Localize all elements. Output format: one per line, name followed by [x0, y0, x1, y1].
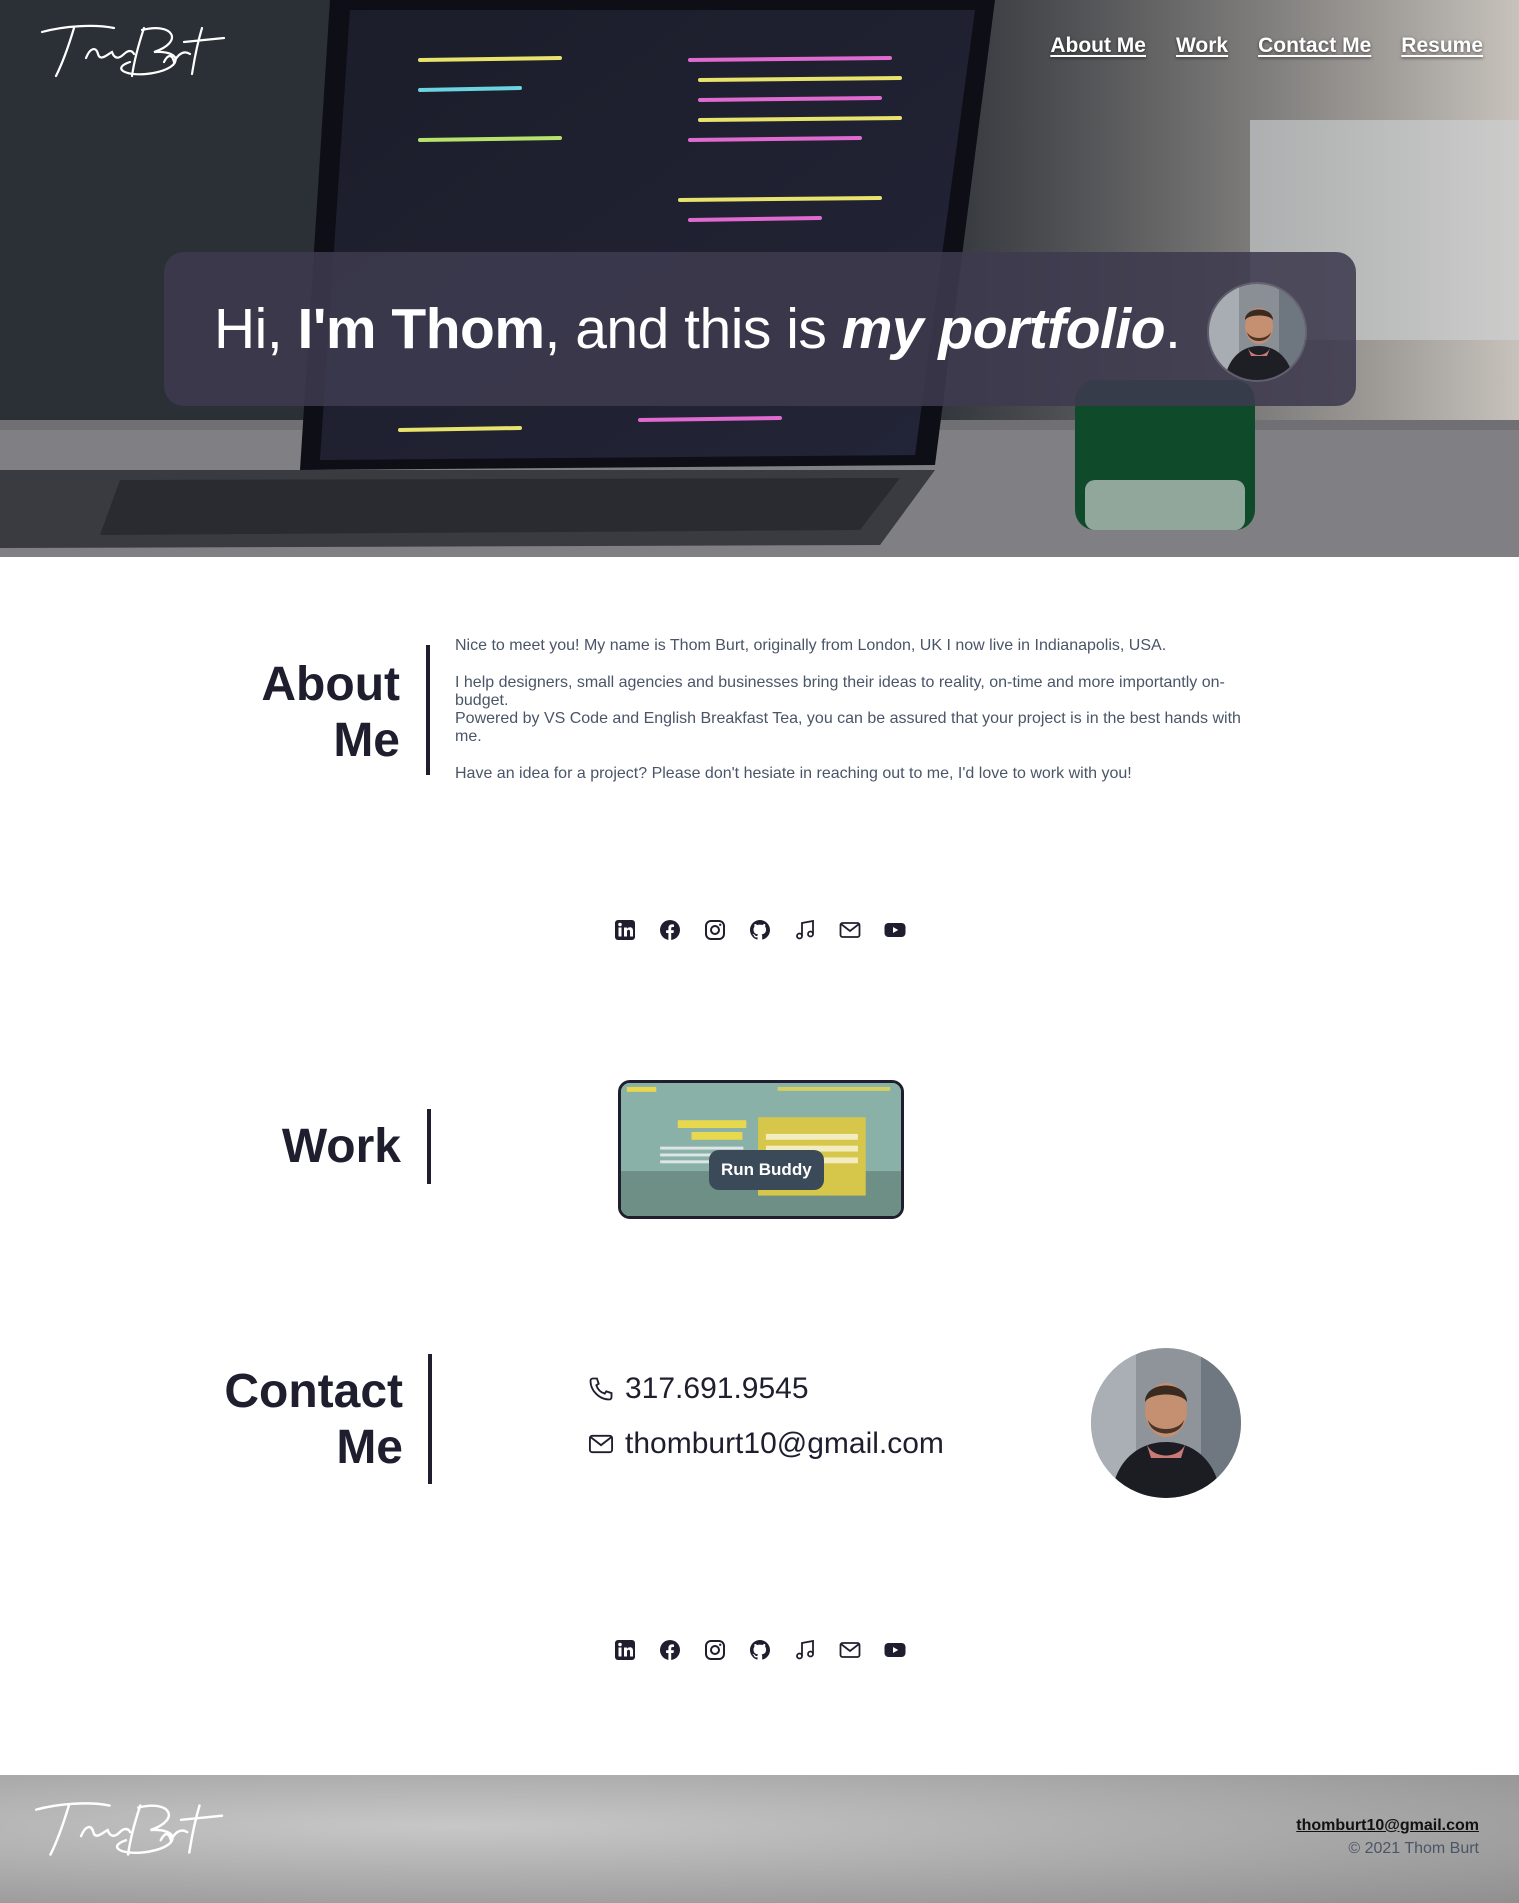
contact-title: Contact Me — [224, 1364, 403, 1476]
intro-banner: Hi, I'm Thom, and this is my portfolio. — [164, 252, 1356, 406]
music-icon[interactable] — [792, 917, 818, 943]
social-icon-row — [612, 1637, 908, 1663]
contact-section: Contact Me 317.691.9545 thomburt10@gmail.… — [0, 1317, 1519, 1607]
facebook-icon[interactable] — [657, 917, 683, 943]
intro-heading: Hi, I'm Thom, and this is my portfolio. — [214, 296, 1181, 362]
work-title: Work — [281, 1120, 401, 1173]
name-text: I'm Thom — [297, 297, 546, 361]
linkedin-icon[interactable] — [612, 1637, 638, 1663]
about-title-line1: About — [261, 658, 400, 711]
about-section: About Me Nice to meet you! My name is Tho… — [0, 557, 1519, 877]
project-card-run-buddy[interactable]: Run Buddy — [618, 1080, 904, 1219]
hero-header: About Me Work Contact Me Resume Hi, I'm … — [0, 0, 1519, 557]
youtube-icon[interactable] — [882, 1637, 908, 1663]
mail-icon — [588, 1434, 614, 1454]
middle-text: , and this is — [544, 297, 842, 361]
nav-contact-me[interactable]: Contact Me — [1258, 34, 1371, 58]
music-icon[interactable] — [792, 1637, 818, 1663]
mail-icon[interactable] — [837, 1637, 863, 1663]
work-divider — [427, 1109, 431, 1184]
contact-phone[interactable]: 317.691.9545 — [587, 1372, 809, 1406]
nav-work[interactable]: Work — [1176, 34, 1228, 58]
linkedin-icon[interactable] — [612, 917, 638, 943]
facebook-icon[interactable] — [657, 1637, 683, 1663]
main-nav: About Me Work Contact Me Resume — [1050, 34, 1483, 58]
social-icon-row — [612, 917, 908, 943]
contact-title-line1: Contact — [224, 1365, 403, 1418]
github-icon[interactable] — [747, 1637, 773, 1663]
about-title: About Me — [140, 657, 400, 769]
portfolio-highlight: my portfolio — [841, 297, 1166, 361]
about-paragraph: Powered by VS Code and English Breakfast… — [455, 710, 1241, 745]
nav-about-me[interactable]: About Me — [1050, 34, 1146, 58]
work-section: Work Run Buddy — [0, 1017, 1519, 1317]
about-title-line2: Me — [333, 714, 400, 767]
phone-number: 317.691.9545 — [625, 1372, 809, 1405]
about-paragraph: Nice to meet you! My name is Thom Burt, … — [455, 637, 1167, 654]
instagram-icon[interactable] — [702, 917, 728, 943]
contact-email[interactable]: thomburt10@gmail.com — [587, 1427, 944, 1461]
social-links-top — [0, 877, 1519, 1017]
footer-email-link[interactable]: thomburt10@gmail.com — [1296, 1817, 1479, 1835]
email-address: thomburt10@gmail.com — [625, 1427, 944, 1460]
signature-logo[interactable] — [34, 18, 226, 82]
copyright-text: © 2021 Thom Burt — [1348, 1840, 1479, 1857]
greeting-text: Hi, — [214, 297, 298, 361]
page-footer: thomburt10@gmail.com © 2021 Thom Burt — [0, 1775, 1519, 1903]
about-divider — [426, 645, 430, 775]
about-paragraph: I help designers, small agencies and bus… — [455, 674, 1225, 709]
about-body: Nice to meet you! My name is Thom Burt, … — [455, 637, 1245, 783]
about-paragraph: Have an idea for a project? Please don't… — [455, 765, 1132, 782]
instagram-icon[interactable] — [702, 1637, 728, 1663]
contact-divider — [428, 1354, 432, 1484]
youtube-icon[interactable] — [882, 917, 908, 943]
github-icon[interactable] — [747, 917, 773, 943]
social-links-bottom — [0, 1607, 1519, 1775]
avatar-large — [1091, 1348, 1241, 1498]
project-name-badge: Run Buddy — [709, 1150, 824, 1190]
contact-title-line2: Me — [336, 1421, 403, 1474]
end-punctuation: . — [1165, 297, 1181, 361]
phone-icon — [589, 1377, 613, 1401]
nav-resume[interactable]: Resume — [1401, 34, 1483, 58]
mail-icon[interactable] — [837, 917, 863, 943]
signature-logo[interactable] — [28, 1793, 224, 1863]
avatar-small — [1207, 282, 1307, 382]
